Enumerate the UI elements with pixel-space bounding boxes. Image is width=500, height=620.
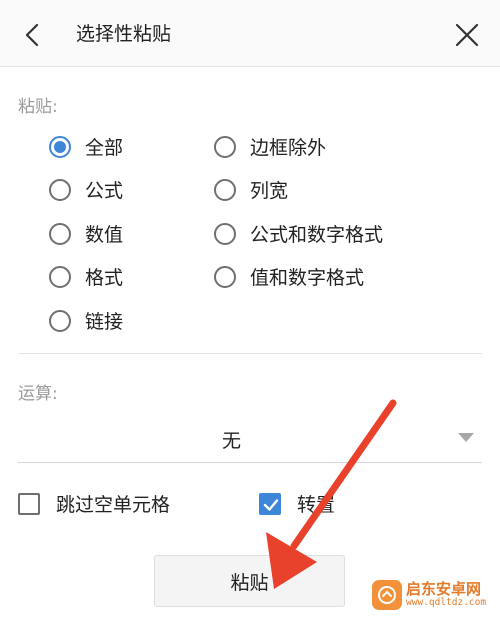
paste-button-label: 粘贴 — [230, 571, 269, 594]
radio-values-indicator — [49, 222, 71, 245]
radio-except-borders-indicator — [214, 135, 236, 158]
radio-formulas-label: 公式 — [85, 180, 124, 202]
close-button[interactable] — [452, 20, 482, 50]
radio-link-label: 链接 — [85, 311, 124, 333]
paste-section-label: 粘贴: — [18, 97, 58, 117]
header-bar: 选择性粘贴 — [0, 0, 500, 67]
operation-dropdown[interactable] — [18, 418, 482, 462]
radio-formulas[interactable]: 公式 — [49, 176, 123, 203]
radio-column-widths[interactable]: 列宽 — [214, 176, 288, 203]
caret-down-icon — [458, 433, 474, 442]
radio-except-borders[interactable]: 边框除外 — [214, 133, 326, 160]
operation-dropdown-value: 无 — [222, 430, 242, 452]
skip-blanks-box — [18, 492, 40, 515]
radio-formulas-number-formats[interactable]: 公式和数字格式 — [214, 220, 383, 247]
radio-values-number-formats[interactable]: 值和数字格式 — [214, 263, 364, 290]
radio-formulas-indicator — [49, 178, 71, 201]
watermark-url: www.qdltdz.com — [406, 596, 487, 608]
back-button[interactable] — [18, 20, 48, 50]
radio-column-widths-indicator — [214, 178, 236, 201]
radio-formats-label: 格式 — [85, 267, 124, 289]
operation-section-label: 运算: — [18, 384, 58, 404]
radio-link-indicator — [49, 309, 71, 332]
page-title: 选择性粘贴 — [76, 23, 172, 45]
radio-formulas-number-formats-label: 公式和数字格式 — [250, 224, 384, 246]
section-divider — [18, 353, 482, 354]
radio-column-widths-label: 列宽 — [250, 180, 289, 202]
chevron-left-icon — [25, 23, 39, 47]
radio-values[interactable]: 数值 — [49, 220, 123, 247]
skip-blanks-label: 跳过空单元格 — [56, 494, 171, 516]
radio-link[interactable]: 链接 — [49, 307, 123, 334]
radio-values-number-formats-label: 值和数字格式 — [250, 267, 365, 289]
watermark-name: 启东安卓网 — [406, 580, 482, 599]
transpose-box — [259, 492, 281, 515]
radio-all-label: 全部 — [85, 137, 124, 159]
radio-formulas-number-formats-indicator — [214, 222, 236, 245]
radio-all-indicator — [49, 135, 71, 158]
transpose-label: 转置 — [297, 494, 336, 516]
radio-values-number-formats-indicator — [214, 265, 236, 288]
radio-formats-indicator — [49, 265, 71, 288]
radio-formats[interactable]: 格式 — [49, 263, 123, 290]
dropdown-underline — [18, 462, 482, 463]
radio-values-label: 数值 — [85, 224, 124, 246]
radio-except-borders-label: 边框除外 — [250, 137, 327, 159]
watermark: 启东安卓网 www.qdltdz.com — [372, 580, 486, 610]
watermark-logo-icon — [372, 580, 402, 610]
checkmark-icon — [263, 498, 279, 511]
radio-all[interactable]: 全部 — [49, 133, 123, 160]
paste-button[interactable]: 粘贴 — [154, 555, 345, 607]
close-icon — [455, 23, 479, 47]
transpose-checkbox[interactable]: 转置 — [259, 490, 335, 517]
skip-blanks-checkbox[interactable]: 跳过空单元格 — [18, 490, 170, 517]
